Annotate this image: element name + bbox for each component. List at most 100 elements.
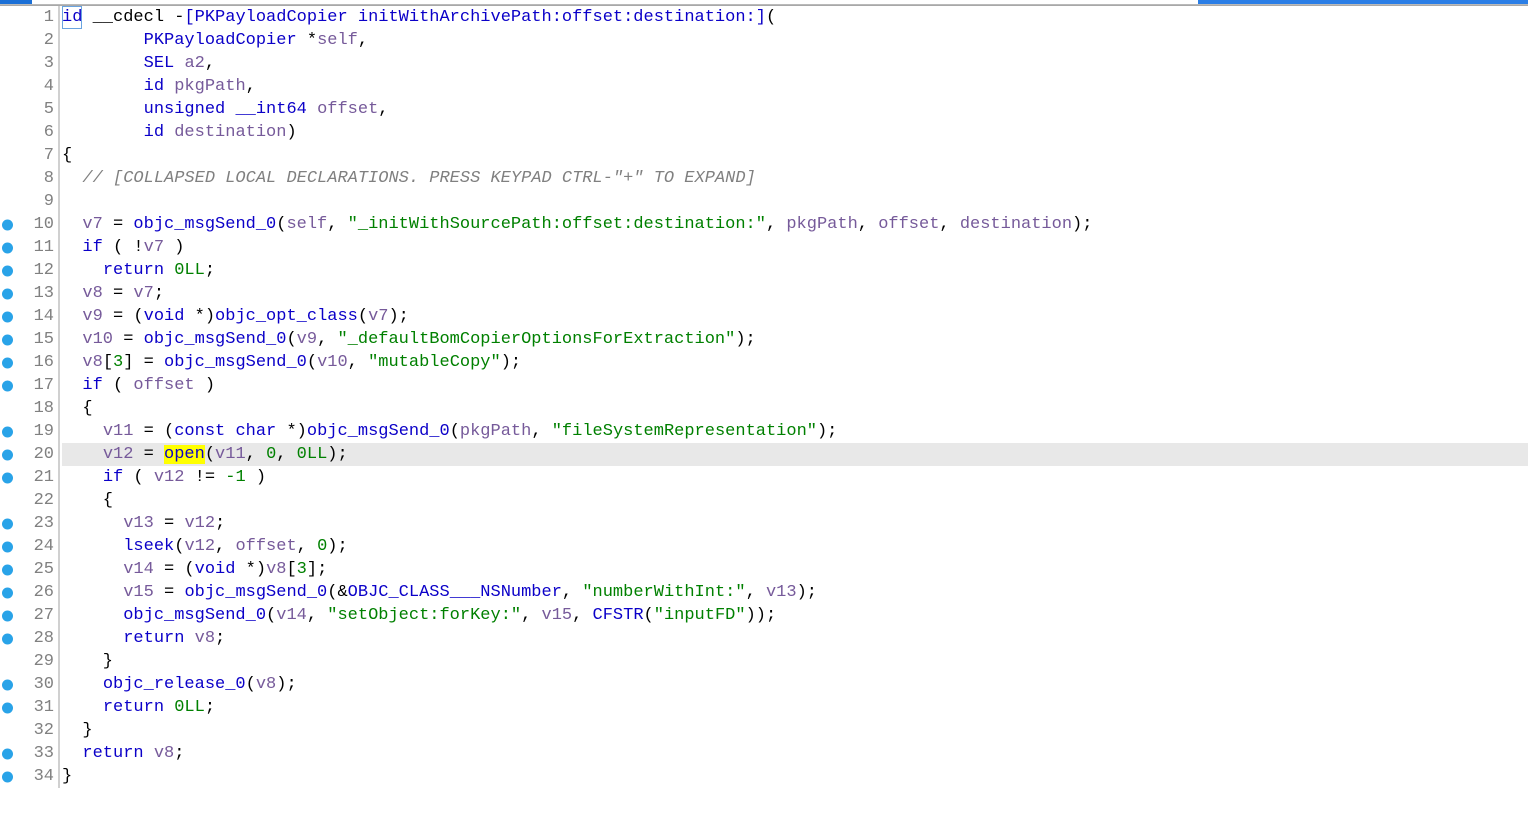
gutter-row[interactable]: 2: [0, 29, 58, 52]
code-line[interactable]: v7 = objc_msgSend_0(self, "_initWithSour…: [62, 213, 1528, 236]
code-line[interactable]: v9 = (void *)objc_opt_class(v7);: [62, 305, 1528, 328]
gutter-row[interactable]: 34: [0, 765, 58, 788]
code-line[interactable]: v11 = (const char *)objc_msgSend_0(pkgPa…: [62, 420, 1528, 443]
gutter-row[interactable]: 7: [0, 144, 58, 167]
code-line[interactable]: v14 = (void *)v8[3];: [62, 558, 1528, 581]
gutter-row[interactable]: 14: [0, 305, 58, 328]
line-number-gutter[interactable]: 1234567891011121314151617181920212223242…: [0, 6, 59, 788]
gutter-row[interactable]: 29: [0, 650, 58, 673]
code-line[interactable]: id destination): [62, 121, 1528, 144]
gutter-row[interactable]: 9: [0, 190, 58, 213]
code-line[interactable]: SEL a2,: [62, 52, 1528, 75]
gutter-row[interactable]: 10: [0, 213, 58, 236]
code-line[interactable]: [62, 190, 1528, 213]
code-line[interactable]: }: [62, 719, 1528, 742]
breakpoint-dot-icon[interactable]: [2, 541, 13, 552]
breakpoint-dot-icon[interactable]: [2, 334, 13, 345]
gutter-row[interactable]: 21: [0, 466, 58, 489]
gutter-row[interactable]: 19: [0, 420, 58, 443]
code-token: [164, 123, 174, 142]
breakpoint-dot-icon[interactable]: [2, 380, 13, 391]
code-line[interactable]: if ( offset ): [62, 374, 1528, 397]
code-line[interactable]: v12 = open(v11, 0, 0LL);: [62, 443, 1528, 466]
gutter-row[interactable]: 33: [0, 742, 58, 765]
code-line[interactable]: objc_release_0(v8);: [62, 673, 1528, 696]
code-line[interactable]: unsigned __int64 offset,: [62, 98, 1528, 121]
gutter-row[interactable]: 28: [0, 627, 58, 650]
gutter-row[interactable]: 20: [0, 443, 58, 466]
gutter-row[interactable]: 1: [0, 6, 58, 29]
breakpoint-dot-icon[interactable]: [2, 518, 13, 529]
breakpoint-dot-icon[interactable]: [2, 702, 13, 713]
code-token: *): [276, 422, 307, 441]
gutter-row[interactable]: 18: [0, 397, 58, 420]
breakpoint-dot-icon[interactable]: [2, 633, 13, 644]
gutter-row[interactable]: 30: [0, 673, 58, 696]
breakpoint-dot-icon[interactable]: [2, 449, 13, 460]
code-line[interactable]: id __cdecl -[PKPayloadCopier initWithArc…: [62, 6, 1528, 29]
gutter-row[interactable]: 15: [0, 328, 58, 351]
gutter-row[interactable]: 6: [0, 121, 58, 144]
code-line[interactable]: objc_msgSend_0(v14, "setObject:forKey:",…: [62, 604, 1528, 627]
code-editor[interactable]: 1234567891011121314151617181920212223242…: [0, 5, 1528, 788]
breakpoint-dot-icon[interactable]: [2, 564, 13, 575]
gutter-row[interactable]: 5: [0, 98, 58, 121]
code-line[interactable]: id pkgPath,: [62, 75, 1528, 98]
breakpoint-dot-icon[interactable]: [2, 311, 13, 322]
breakpoint-dot-icon[interactable]: [2, 587, 13, 598]
code-line[interactable]: {: [62, 489, 1528, 512]
code-line[interactable]: {: [62, 397, 1528, 420]
gutter-row[interactable]: 11: [0, 236, 58, 259]
gutter-row[interactable]: 31: [0, 696, 58, 719]
gutter-row[interactable]: 23: [0, 512, 58, 535]
code-line[interactable]: if ( !v7 ): [62, 236, 1528, 259]
code-line[interactable]: lseek(v12, offset, 0);: [62, 535, 1528, 558]
breakpoint-dot-icon[interactable]: [2, 219, 13, 230]
code-line[interactable]: return v8;: [62, 627, 1528, 650]
code-line[interactable]: {: [62, 144, 1528, 167]
code-line[interactable]: v10 = objc_msgSend_0(v9, "_defaultBomCop…: [62, 328, 1528, 351]
code-token: );: [388, 307, 408, 326]
code-line[interactable]: // [COLLAPSED LOCAL DECLARATIONS. PRESS …: [62, 167, 1528, 190]
gutter-row[interactable]: 22: [0, 489, 58, 512]
breakpoint-dot-icon[interactable]: [2, 748, 13, 759]
gutter-row[interactable]: 8: [0, 167, 58, 190]
gutter-row[interactable]: 13: [0, 282, 58, 305]
breakpoint-dot-icon[interactable]: [2, 472, 13, 483]
code-token: ,: [378, 100, 388, 119]
gutter-row[interactable]: 16: [0, 351, 58, 374]
code-line[interactable]: v13 = v12;: [62, 512, 1528, 535]
gutter-row[interactable]: 26: [0, 581, 58, 604]
code-line[interactable]: }: [62, 650, 1528, 673]
line-number: 15: [34, 328, 54, 351]
breakpoint-dot-icon[interactable]: [2, 242, 13, 253]
code-area[interactable]: id __cdecl -[PKPayloadCopier initWithArc…: [59, 6, 1528, 788]
gutter-row[interactable]: 17: [0, 374, 58, 397]
breakpoint-dot-icon[interactable]: [2, 679, 13, 690]
gutter-row[interactable]: 27: [0, 604, 58, 627]
breakpoint-dot-icon[interactable]: [2, 610, 13, 621]
code-line[interactable]: }: [62, 765, 1528, 788]
code-token: [164, 698, 174, 717]
code-line[interactable]: return 0LL;: [62, 696, 1528, 719]
gutter-row[interactable]: 24: [0, 535, 58, 558]
gutter-row[interactable]: 12: [0, 259, 58, 282]
breakpoint-dot-icon[interactable]: [2, 357, 13, 368]
code-token: ,: [215, 537, 235, 556]
breakpoint-dot-icon[interactable]: [2, 771, 13, 782]
code-line[interactable]: v8[3] = objc_msgSend_0(v10, "mutableCopy…: [62, 351, 1528, 374]
code-line[interactable]: v15 = objc_msgSend_0(&OBJC_CLASS___NSNum…: [62, 581, 1528, 604]
code-line[interactable]: return 0LL;: [62, 259, 1528, 282]
code-line[interactable]: PKPayloadCopier *self,: [62, 29, 1528, 52]
breakpoint-dot-icon[interactable]: [2, 265, 13, 276]
code-line[interactable]: v8 = v7;: [62, 282, 1528, 305]
code-line[interactable]: return v8;: [62, 742, 1528, 765]
breakpoint-dot-icon[interactable]: [2, 426, 13, 437]
gutter-row[interactable]: 32: [0, 719, 58, 742]
gutter-row[interactable]: 4: [0, 75, 58, 98]
breakpoint-dot-icon[interactable]: [2, 288, 13, 299]
gutter-row[interactable]: 3: [0, 52, 58, 75]
code-line[interactable]: if ( v12 != -1 ): [62, 466, 1528, 489]
code-token: objc_msgSend_0: [144, 330, 287, 349]
gutter-row[interactable]: 25: [0, 558, 58, 581]
